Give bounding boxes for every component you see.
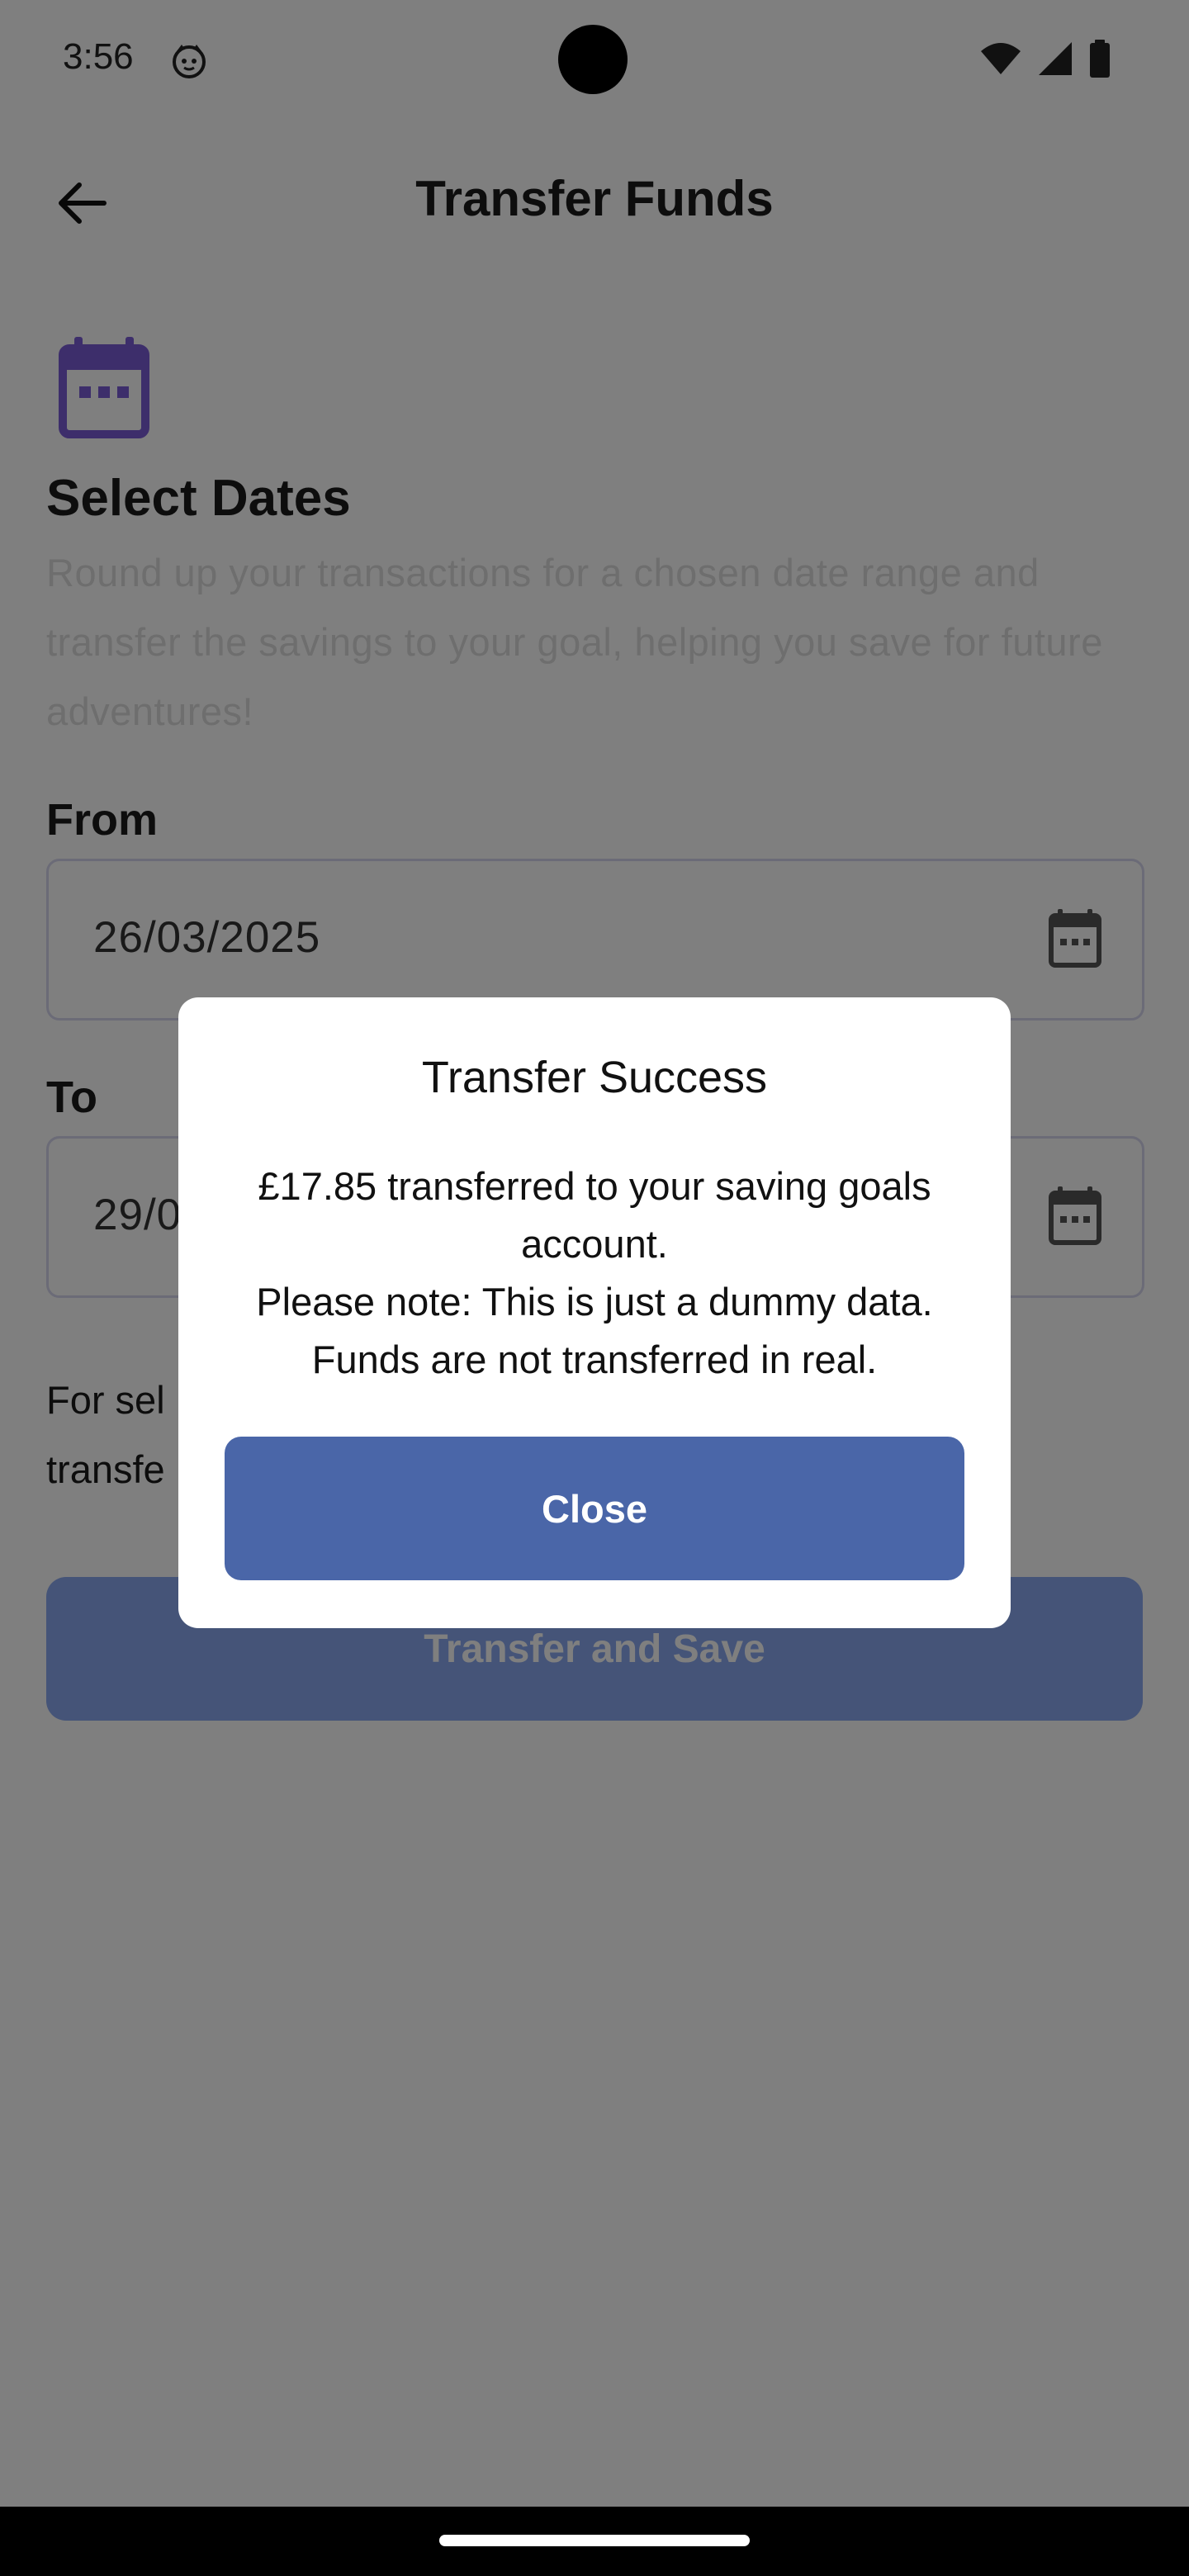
dialog-title: Transfer Success — [421, 1053, 768, 1102]
home-indicator[interactable] — [439, 2535, 750, 2546]
navigation-bar — [0, 2507, 1189, 2576]
dialog-message: £17.85 transferred to your saving goals … — [211, 1158, 978, 1389]
close-button[interactable]: Close — [225, 1437, 964, 1580]
dialog-message-line: £17.85 transferred to your saving goals … — [258, 1164, 931, 1266]
dialog-message-line: Funds are not transferred in real. — [311, 1338, 878, 1381]
transfer-success-dialog: Transfer Success £17.85 transferred to y… — [178, 997, 1011, 1628]
dialog-message-line: Please note: This is just a dummy data. — [256, 1280, 933, 1324]
